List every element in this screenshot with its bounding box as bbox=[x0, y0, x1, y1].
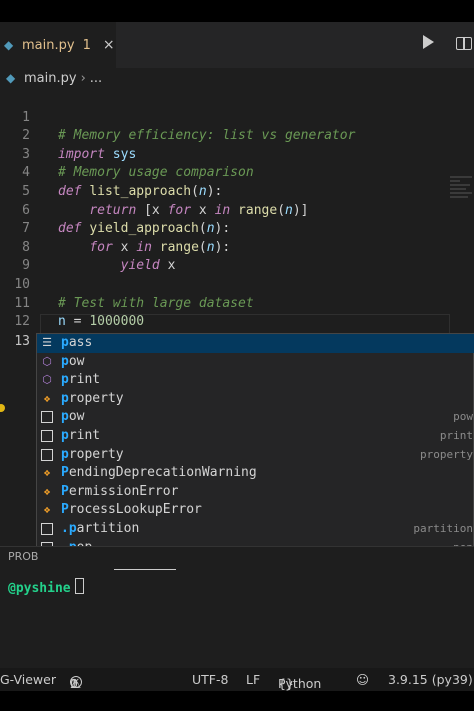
terminal[interactable]: @pyshine bbox=[0, 574, 474, 668]
function-cube-icon: ⬡ bbox=[42, 354, 52, 368]
class-icon: ❖ bbox=[43, 484, 51, 498]
text-word-icon bbox=[41, 430, 53, 442]
suggestion-detail: pow bbox=[453, 410, 473, 424]
class-icon: ❖ bbox=[43, 466, 51, 480]
terminal-prompt: @pyshine bbox=[8, 578, 84, 596]
function-cube-icon: ⬡ bbox=[42, 373, 52, 387]
breadcrumb: ◆ main.py › ... bbox=[0, 68, 474, 88]
text-word-icon bbox=[41, 411, 53, 424]
terminal-cursor bbox=[74, 578, 84, 594]
suggestion-detail: print bbox=[439, 429, 473, 442]
active-tab-underline bbox=[114, 569, 176, 570]
top-letterbox bbox=[0, 0, 474, 22]
breadcrumb-more[interactable]: ... bbox=[90, 71, 102, 86]
status-language-label: Python bbox=[278, 676, 322, 691]
python-file-icon: ◆ bbox=[6, 71, 16, 85]
suggestion-item[interactable]: property property bbox=[37, 446, 474, 465]
text-word-icon bbox=[41, 448, 53, 461]
suggestion-item[interactable]: pow pow bbox=[37, 408, 474, 427]
python-file-icon: ◆ bbox=[4, 38, 14, 52]
panel-tabs: PROB bbox=[0, 546, 474, 575]
code-line: 9 bbox=[0, 239, 474, 273]
minimap[interactable] bbox=[450, 176, 474, 206]
status-interpreter[interactable]: 3.9.15 (py39) bbox=[388, 672, 473, 687]
status-warnings: 1 bbox=[70, 676, 78, 691]
status-viewer[interactable]: G-Viewer bbox=[0, 672, 56, 687]
suggestion-item[interactable]: print print bbox=[37, 427, 474, 446]
suggestion-label: print bbox=[61, 372, 101, 388]
code-line-current: 13 p bbox=[0, 314, 474, 367]
status-bar: G-Viewer × 0 ⚠ 1 UTF-8 LF {} Python ☺ 3.… bbox=[0, 668, 474, 691]
suggestion-item[interactable]: ❖ ProcessLookupError bbox=[37, 501, 474, 520]
keyword-icon: ☰ bbox=[42, 336, 52, 349]
copilot-icon[interactable]: ☺ bbox=[356, 672, 369, 687]
suggestion-item[interactable]: ❖ PendingDeprecationWarning bbox=[37, 464, 474, 483]
suggestion-label: pow bbox=[61, 409, 85, 425]
suggestion-label: ProcessLookupError bbox=[61, 502, 202, 518]
suggestion-item[interactable]: ☰ pass bbox=[37, 334, 474, 353]
autocomplete-widget: ☰ pass ⬡ pow ⬡ print ❖ property pow pow print print… bbox=[36, 333, 474, 558]
suggestion-label: pow bbox=[61, 353, 85, 369]
code-line: 5 return [x for x in range(n)] bbox=[0, 164, 474, 218]
breadcrumb-separator: › bbox=[80, 70, 86, 86]
class-icon: ❖ bbox=[43, 503, 51, 517]
breadcrumb-file[interactable]: main.py bbox=[24, 71, 77, 86]
code-line: 10 # Test with large dataset bbox=[0, 257, 474, 311]
suggestion-label: property bbox=[61, 446, 124, 462]
suggestion-label: .partition bbox=[61, 521, 140, 536]
tab-bar: ◆ main.py 1 × bbox=[0, 22, 474, 68]
close-icon[interactable]: × bbox=[103, 37, 115, 53]
suggestion-detail: property bbox=[420, 447, 473, 461]
run-icon[interactable] bbox=[423, 35, 434, 49]
text-word-icon bbox=[41, 523, 53, 535]
code-line: 1 # Memory efficiency: list vs generator bbox=[0, 90, 474, 144]
code-line: 11 n = 1000000 bbox=[0, 276, 474, 330]
suggestion-label: print bbox=[61, 428, 101, 443]
suggestion-item[interactable]: ⬡ print bbox=[37, 371, 474, 390]
tab-filename: main.py bbox=[22, 37, 75, 53]
suggestion-label: PendingDeprecationWarning bbox=[61, 465, 257, 481]
modified-dot bbox=[0, 404, 5, 412]
tab-problems[interactable]: PROB bbox=[8, 550, 38, 563]
code-line: 2 import sys bbox=[0, 109, 474, 162]
suggestion-item[interactable]: ❖ PermissionError bbox=[37, 483, 474, 502]
code-line: 3 # Memory usage comparison bbox=[0, 127, 474, 181]
suggestion-detail: partition bbox=[413, 522, 473, 535]
bottom-letterbox bbox=[0, 691, 474, 711]
code-line: 8 yield x bbox=[0, 220, 474, 274]
code-line: 7 for x in range(n): bbox=[0, 202, 474, 255]
tab-main-py[interactable]: ◆ main.py 1 × bbox=[0, 22, 116, 68]
suggestion-item[interactable]: ⬡ pow bbox=[37, 353, 474, 372]
code-line: 4 def list_approach(n): bbox=[0, 146, 474, 199]
split-editor-icon[interactable] bbox=[456, 37, 472, 50]
suggestion-label: property bbox=[61, 390, 124, 406]
suggestion-label: pass bbox=[61, 335, 93, 350]
suggestion-item[interactable]: .partition partition bbox=[37, 520, 474, 539]
status-encoding[interactable]: UTF-8 bbox=[192, 672, 228, 687]
suggestion-item[interactable]: ❖ property bbox=[37, 390, 474, 409]
suggestion-label: PermissionError bbox=[61, 483, 179, 499]
line-number: 13 bbox=[14, 333, 30, 349]
code-line: 6 def yield_approach(n): bbox=[0, 183, 474, 237]
code-line: 12 list_size = sys.getsizeof(list_approa… bbox=[0, 295, 474, 348]
status-eol[interactable]: LF bbox=[246, 672, 260, 687]
class-icon: ❖ bbox=[43, 391, 51, 405]
tab-problems-count: 1 bbox=[82, 37, 91, 53]
